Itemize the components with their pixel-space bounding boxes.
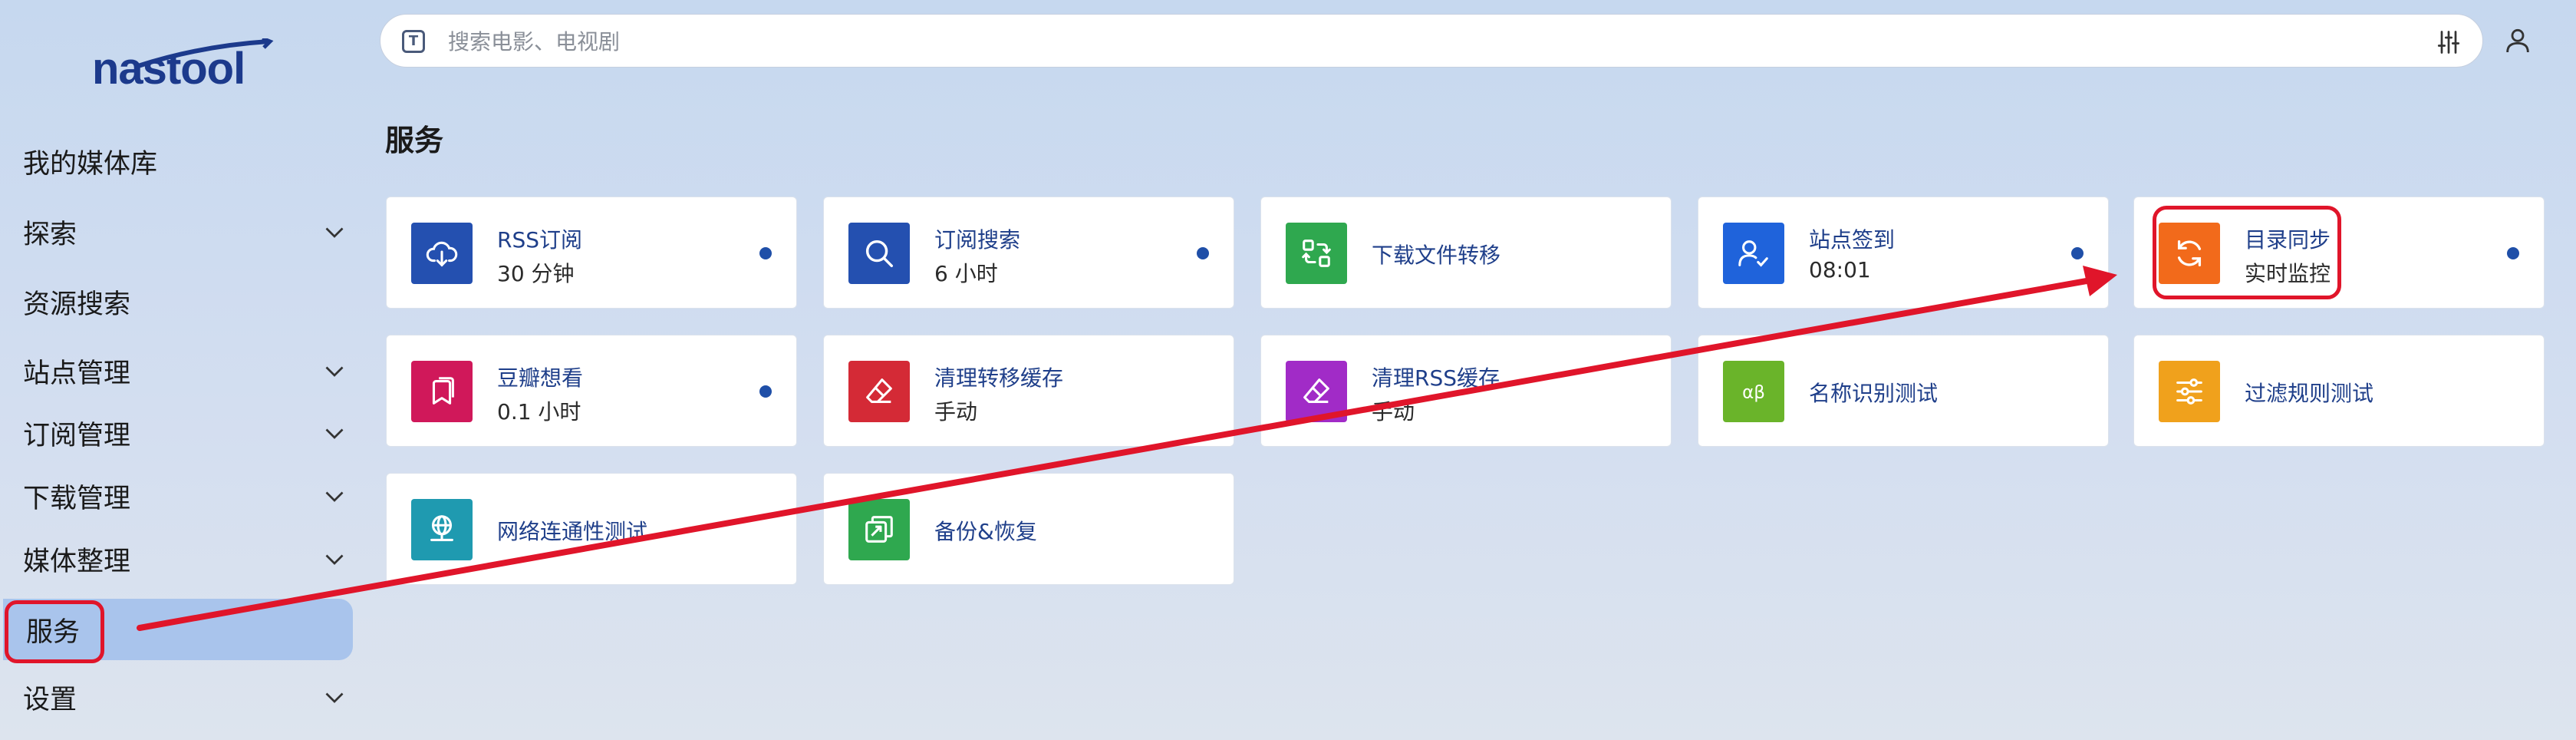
search-bar: T [380,14,2483,68]
status-dot [759,247,772,259]
service-name: 备份&恢复 [934,519,1037,544]
sidebar-item-label: 我的媒体库 [23,148,158,180]
service-schedule: 实时监控 [2245,261,2331,286]
chevron-down-icon [325,692,344,703]
sidebar-item-label: 资源搜索 [23,289,131,320]
status-dot [1197,247,1209,259]
sidebar-item-settings[interactable]: 设置 [0,666,354,728]
sidebar-item-subscription-management[interactable]: 订阅管理 [0,402,354,464]
sidebar-item-label: 订阅管理 [23,420,131,451]
network-icon [411,499,473,560]
service-name: 豆瓣想看 [497,365,584,391]
highlight-box-services [5,600,104,663]
service-name: 网络连通性测试 [497,519,648,544]
sidebar-item-site-management[interactable]: 站点管理 [0,340,354,401]
svg-text:αβ: αβ [1742,383,1765,403]
service-name: 订阅搜索 [934,227,1021,253]
service-name: RSS订阅 [497,227,583,253]
nastool-logo[interactable]: nastool [92,38,276,100]
service-name: 目录同步 [2245,227,2331,253]
sidebar-item-download-management[interactable]: 下载管理 [0,465,354,527]
sidebar-item-media-library[interactable]: 我的媒体库 [0,130,354,192]
service-card-name-recognition-test[interactable]: αβ 名称识别测试 [1698,335,2109,447]
status-dot [2071,247,2084,259]
chevron-down-icon [325,428,344,439]
sidebar-item-label: 设置 [23,684,77,715]
service-name: 清理RSS缓存 [1372,365,1500,391]
search-input[interactable] [448,24,2366,59]
service-schedule: 0.1 小时 [497,399,581,425]
logo-text: nastool [92,44,245,94]
user-check-icon [1723,223,1784,284]
backup-icon [848,499,910,560]
sidebar-item-label: 站点管理 [23,358,131,389]
service-name: 名称识别测试 [1809,381,1939,406]
search-icon [848,223,910,284]
sidebar: nastool 我的媒体库 探索 资源搜索 站点管理 订阅管理 下载管理 媒体整… [0,0,365,740]
chevron-down-icon [325,366,344,377]
service-schedule: 08:01 [1809,257,1871,282]
service-card-rss[interactable]: RSS订阅 30 分钟 [386,197,797,309]
transfer-icon [1286,223,1347,284]
eraser-icon [1286,361,1347,422]
service-name: 站点签到 [1809,227,1896,253]
service-card-site-signin[interactable]: 站点签到 08:01 [1698,197,2109,309]
cloud-download-icon [411,223,473,284]
service-name: 过滤规则测试 [2245,381,2374,406]
service-card-network-test[interactable]: 网络连通性测试 [386,473,797,585]
service-schedule: 30 分钟 [497,261,575,286]
service-name: 清理转移缓存 [934,365,1064,391]
status-dot [2507,247,2519,259]
sidebar-item-media-organize[interactable]: 媒体整理 [0,528,354,590]
service-schedule: 手动 [1372,399,1415,425]
service-card-backup-restore[interactable]: 备份&恢复 [823,473,1234,585]
service-card-clean-transfer-cache[interactable]: 清理转移缓存 手动 [823,335,1234,447]
alpha-beta-icon: αβ [1723,361,1784,422]
service-card-clean-rss-cache[interactable]: 清理RSS缓存 手动 [1260,335,1672,447]
status-dot [759,385,772,398]
sidebar-item-label: 媒体整理 [23,546,131,577]
sidebar-item-resource-search[interactable]: 资源搜索 [0,271,354,332]
filter-sliders-icon[interactable] [2435,28,2462,56]
chevron-down-icon [325,554,344,565]
service-card-directory-sync[interactable]: 目录同步 实时监控 [2133,197,2545,309]
eraser-icon [848,361,910,422]
service-card-download-transfer[interactable]: 下载文件转移 [1260,197,1672,309]
sidebar-item-label: 探索 [23,219,77,250]
user-icon[interactable] [2502,25,2533,57]
sidebar-item-label: 下载管理 [23,483,131,514]
service-card-subscribe-search[interactable]: 订阅搜索 6 小时 [823,197,1234,309]
search-type-icon[interactable]: T [402,30,425,53]
service-card-douban-wish[interactable]: 豆瓣想看 0.1 小时 [386,335,797,447]
service-name: 下载文件转移 [1372,243,1501,268]
page-title: 服务 [385,124,444,157]
service-schedule: 6 小时 [934,261,998,286]
sidebar-item-explore[interactable]: 探索 [0,201,354,263]
sliders-icon [2159,361,2220,422]
service-schedule: 手动 [934,399,978,425]
service-card-filter-rule-test[interactable]: 过滤规则测试 [2133,335,2545,447]
chevron-down-icon [325,491,344,502]
bookmark-icon [411,361,473,422]
chevron-down-icon [325,227,344,238]
refresh-icon [2159,223,2220,284]
